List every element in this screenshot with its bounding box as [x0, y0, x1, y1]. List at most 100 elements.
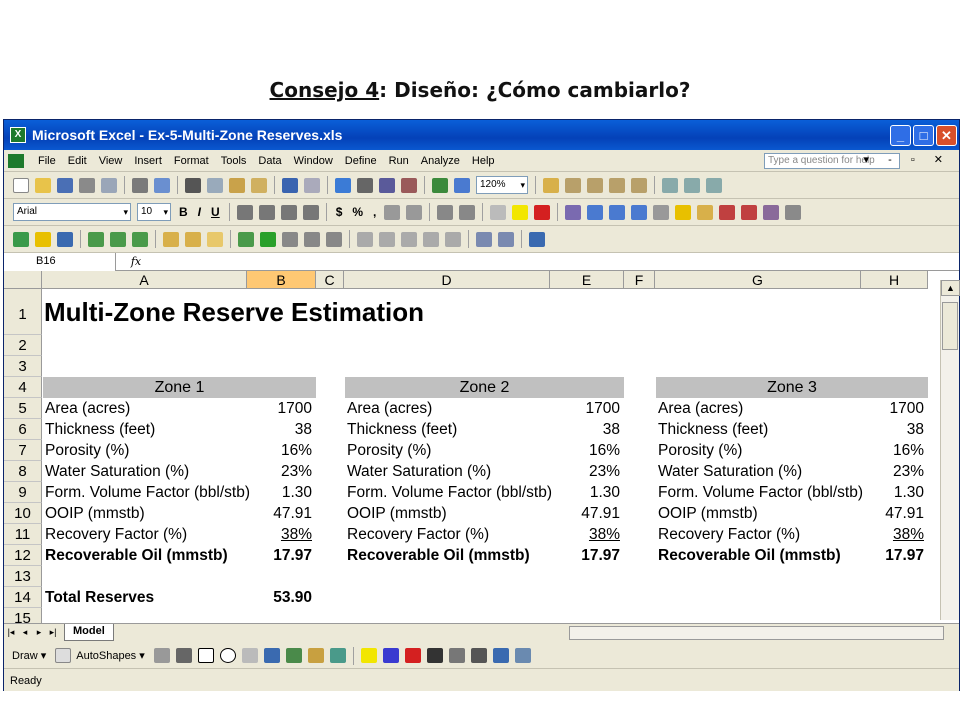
line-color-icon[interactable]	[382, 648, 399, 663]
rectangle-icon[interactable]	[197, 648, 214, 663]
addin-icon-23[interactable]	[132, 231, 148, 247]
new-icon[interactable]	[13, 177, 29, 193]
workbook-icon[interactable]	[8, 153, 24, 168]
param-label[interactable]: Porosity (%)	[658, 440, 860, 461]
addin-icon-16[interactable]	[741, 204, 758, 220]
maximize-button[interactable]: □	[913, 124, 934, 146]
param-value[interactable]: 38%	[247, 524, 312, 545]
row-header-14[interactable]: 14	[4, 587, 42, 608]
excel-app-icon[interactable]: X	[10, 127, 26, 143]
diagram-icon[interactable]	[285, 648, 302, 663]
format-painter-icon[interactable]	[251, 177, 267, 193]
menu-analyze[interactable]: Analyze	[415, 155, 466, 167]
fill-color-icon[interactable]	[512, 204, 529, 220]
addin-icon-24[interactable]	[163, 231, 179, 247]
total-reserves-label[interactable]: Total Reserves	[45, 587, 245, 608]
draw-menu-button[interactable]: Draw ▾	[12, 649, 46, 662]
menu-help[interactable]: Help	[466, 155, 501, 167]
eraser-icon[interactable]	[207, 231, 223, 247]
first-sheet-arrow[interactable]: |◂	[4, 627, 18, 638]
wordart-icon[interactable]	[263, 648, 280, 663]
decrease-decimal-icon[interactable]	[406, 204, 423, 220]
drawing-icon[interactable]	[454, 177, 470, 193]
font-size-select[interactable]: 10	[137, 203, 171, 221]
row-header-3[interactable]: 3	[4, 356, 42, 377]
formula-input[interactable]	[156, 253, 959, 271]
dash-style-icon[interactable]	[448, 648, 465, 663]
param-value[interactable]: 38	[247, 419, 312, 440]
stop-icon[interactable]	[282, 231, 298, 247]
param-label[interactable]: Recovery Factor (%)	[658, 524, 860, 545]
help-icon[interactable]	[529, 231, 545, 247]
addin-icon-6[interactable]	[662, 177, 678, 193]
autosum-icon[interactable]	[357, 177, 373, 193]
line-style-icon[interactable]	[426, 648, 443, 663]
param-value[interactable]: 16%	[861, 440, 924, 461]
param-value[interactable]: 38%	[861, 524, 924, 545]
align-right-icon[interactable]	[280, 204, 297, 220]
close-button[interactable]: ✕	[936, 124, 957, 146]
undo-icon[interactable]	[282, 177, 298, 193]
histogram-icon[interactable]	[57, 231, 73, 247]
column-header-a[interactable]: A	[42, 271, 247, 289]
3d-icon[interactable]	[514, 648, 531, 663]
warning-icon[interactable]	[675, 204, 692, 220]
underline-button[interactable]: U	[211, 205, 220, 219]
worksheet-grid[interactable]: ABCDEFGH 1 2 3 4 5 6 7 8 9 10 11 12 13 14 15 Multi-Zon…	[4, 271, 959, 623]
total-reserves-value[interactable]: 53.90	[247, 587, 312, 608]
addin-icon-8[interactable]	[706, 177, 722, 193]
italic-button[interactable]: I	[198, 205, 201, 219]
row-header-2[interactable]: 2	[4, 335, 42, 356]
shadow-icon[interactable]	[492, 648, 509, 663]
rewind-icon[interactable]	[304, 231, 320, 247]
addin-icon-28[interactable]	[379, 231, 395, 247]
zone-header[interactable]: Zone 1	[43, 377, 316, 398]
row-header-13[interactable]: 13	[4, 566, 42, 587]
param-label[interactable]: Area (acres)	[658, 398, 860, 419]
font-color-icon[interactable]	[534, 204, 551, 220]
param-label[interactable]: Thickness (feet)	[658, 419, 860, 440]
param-label[interactable]: Area (acres)	[347, 398, 549, 419]
line-icon[interactable]	[153, 648, 170, 663]
print-preview-icon[interactable]	[101, 177, 117, 193]
addin-icon-5[interactable]	[631, 177, 647, 193]
workbook-window-controls[interactable]: ▾ - ▫ ✕	[864, 153, 951, 166]
open-icon[interactable]	[35, 177, 51, 193]
param-value[interactable]: 47.91	[861, 503, 924, 524]
param-label[interactable]: Porosity (%)	[45, 440, 246, 461]
addin-icon-12[interactable]	[631, 204, 648, 220]
percent-button[interactable]: %	[352, 205, 363, 219]
menu-define[interactable]: Define	[339, 155, 383, 167]
menu-edit[interactable]: Edit	[62, 155, 93, 167]
param-value[interactable]: 38	[550, 419, 620, 440]
print-icon[interactable]	[132, 177, 148, 193]
param-value[interactable]: 16%	[550, 440, 620, 461]
row-header-9[interactable]: 9	[4, 482, 42, 503]
menu-file[interactable]: File	[32, 155, 62, 167]
addin-icon-30[interactable]	[423, 231, 439, 247]
row-header-1[interactable]: 1	[4, 289, 42, 335]
param-label[interactable]: Form. Volume Factor (bbl/stb)	[658, 482, 863, 503]
autoshapes-menu-button[interactable]: AutoShapes ▾	[76, 649, 145, 662]
chart-wizard-icon[interactable]	[432, 177, 448, 193]
param-value[interactable]: 23%	[247, 461, 312, 482]
addin-icon-20[interactable]	[35, 231, 51, 247]
param-value[interactable]: 17.97	[861, 545, 924, 566]
param-label[interactable]: Water Saturation (%)	[45, 461, 246, 482]
arrow-style-icon[interactable]	[470, 648, 487, 663]
addin-icon-27[interactable]	[357, 231, 373, 247]
increase-decimal-icon[interactable]	[384, 204, 401, 220]
addin-icon-21[interactable]	[88, 231, 104, 247]
menu-tools[interactable]: Tools	[215, 155, 253, 167]
zone-header[interactable]: Zone 2	[345, 377, 624, 398]
run-icon[interactable]	[260, 231, 276, 247]
currency-button[interactable]: $	[336, 205, 343, 219]
sheet-title[interactable]: Multi-Zone Reserve Estimation	[44, 297, 424, 328]
param-label[interactable]: Form. Volume Factor (bbl/stb)	[347, 482, 552, 503]
param-label[interactable]: OOIP (mmstb)	[347, 503, 549, 524]
row-header-5[interactable]: 5	[4, 398, 42, 419]
addin-icon-26[interactable]	[238, 231, 254, 247]
param-label[interactable]: Recoverable Oil (mmstb)	[658, 545, 860, 566]
addin-icon-33[interactable]	[498, 231, 514, 247]
menu-data[interactable]: Data	[252, 155, 287, 167]
